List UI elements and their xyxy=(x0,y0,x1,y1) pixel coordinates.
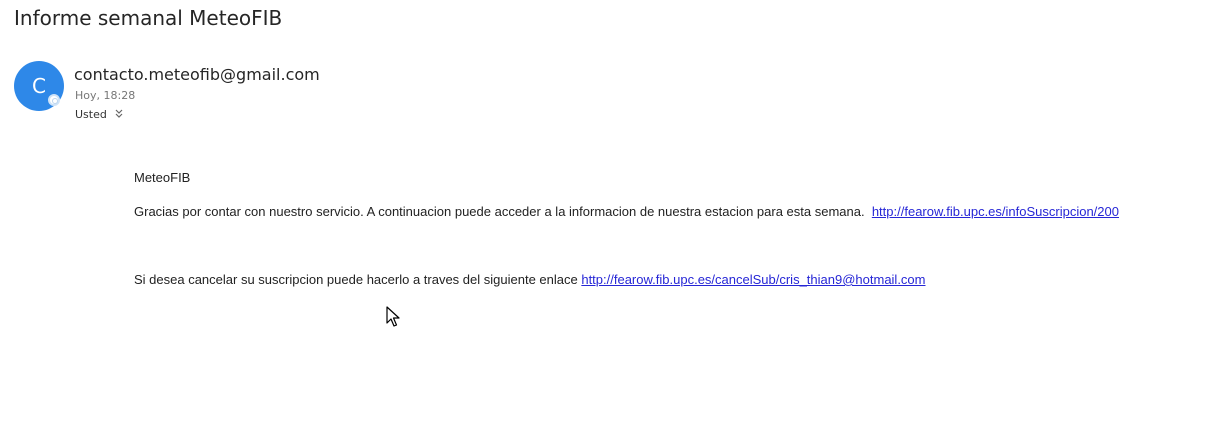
cancel-subscription-link[interactable]: http://fearow.fib.upc.es/cancelSub/cris_… xyxy=(581,272,925,287)
email-body: MeteoFIB Gracias por contar con nuestro … xyxy=(134,170,1119,288)
info-text: Gracias por contar con nuestro servicio.… xyxy=(134,204,865,219)
body-cancel-paragraph: Si desea cancelar su suscripcion puede h… xyxy=(134,272,1119,288)
avatar-letter: C xyxy=(32,74,46,98)
cancel-text: Si desea cancelar su suscripcion puede h… xyxy=(134,272,578,287)
email-timestamp: Hoy, 18:28 xyxy=(75,89,136,102)
mouse-pointer-icon xyxy=(386,306,400,327)
recipient-row[interactable]: Usted xyxy=(75,108,123,121)
info-subscription-link[interactable]: http://fearow.fib.upc.es/infoSuscripcion… xyxy=(872,204,1119,219)
sender-address[interactable]: contacto.meteofib@gmail.com xyxy=(74,65,320,84)
body-greeting: MeteoFIB xyxy=(134,170,191,185)
presence-status-icon xyxy=(48,94,60,106)
email-subject: Informe semanal MeteoFIB xyxy=(14,6,283,30)
body-info-paragraph: Gracias por contar con nuestro servicio.… xyxy=(134,204,1119,220)
chevron-double-down-icon[interactable] xyxy=(115,109,123,121)
recipient-label: Usted xyxy=(75,108,107,121)
